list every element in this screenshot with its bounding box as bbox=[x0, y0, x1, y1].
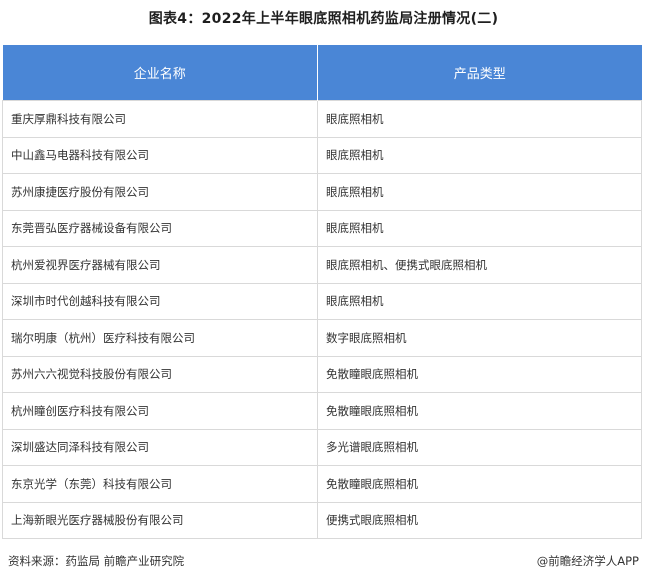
chart-title: 图表4：2022年上半年眼底照相机药监局注册情况(二) bbox=[148, 11, 499, 27]
table-row: 深圳市时代创越科技有限公司 眼底照相机 bbox=[2, 283, 642, 320]
product-type-cell: 眼底照相机 bbox=[317, 137, 642, 174]
product-type-cell: 便携式眼底照相机 bbox=[317, 502, 642, 539]
product-type-cell: 眼底照相机、便携式眼底照相机 bbox=[317, 246, 642, 284]
table-row: 中山鑫马电器科技有限公司 眼底照相机 bbox=[2, 137, 642, 174]
company-name-cell: 瑞尔明康（杭州）医疗科技有限公司 bbox=[2, 319, 318, 357]
company-name-cell: 上海新眼光医疗器械股份有限公司 bbox=[2, 502, 318, 539]
table-header-row: 企业名称 产品类型 bbox=[2, 45, 642, 101]
product-type-cell: 免散瞳眼底照相机 bbox=[317, 465, 642, 503]
product-type-cell: 眼底照相机 bbox=[317, 210, 642, 247]
product-type-cell: 眼底照相机 bbox=[317, 100, 642, 138]
header-company-name: 企业名称 bbox=[2, 45, 318, 101]
company-name-cell: 深圳盛达同泽科技有限公司 bbox=[2, 429, 318, 466]
company-name-cell: 苏州六六视觉科技股份有限公司 bbox=[2, 356, 318, 393]
table-row: 瑞尔明康（杭州）医疗科技有限公司 数字眼底照相机 bbox=[2, 319, 642, 357]
registration-table-container: 企业名称 产品类型 重庆厚鼎科技有限公司 眼底照相机 中山鑫马电器科技有限公司 眼底照… bbox=[2, 45, 642, 539]
table-row: 东京光学（东莞）科技有限公司 免散瞳眼底照相机 bbox=[2, 465, 642, 503]
brand-credit: @前瞻经济学人APP bbox=[536, 554, 639, 568]
company-name-cell: 深圳市时代创越科技有限公司 bbox=[2, 283, 318, 320]
table-row: 重庆厚鼎科技有限公司 眼底照相机 bbox=[2, 100, 642, 138]
table-row: 苏州康捷医疗股份有限公司 眼底照相机 bbox=[2, 173, 642, 211]
product-type-cell: 眼底照相机 bbox=[317, 283, 642, 320]
table-body: 重庆厚鼎科技有限公司 眼底照相机 中山鑫马电器科技有限公司 眼底照相机 苏州康捷医疗股份… bbox=[2, 100, 642, 539]
company-name-cell: 东莞晋弘医疗器械设备有限公司 bbox=[2, 210, 318, 247]
product-type-cell: 免散瞳眼底照相机 bbox=[317, 392, 642, 430]
company-name-cell: 苏州康捷医疗股份有限公司 bbox=[2, 173, 318, 211]
table-row: 深圳盛达同泽科技有限公司 多光谱眼底照相机 bbox=[2, 429, 642, 466]
product-type-cell: 多光谱眼底照相机 bbox=[317, 429, 642, 466]
company-name-cell: 杭州瞳创医疗科技有限公司 bbox=[2, 392, 318, 430]
data-source: 资料来源：药监局 前瞻产业研究院 bbox=[8, 554, 185, 568]
product-type-cell: 免散瞳眼底照相机 bbox=[317, 356, 642, 393]
company-name-cell: 重庆厚鼎科技有限公司 bbox=[2, 100, 318, 138]
product-type-cell: 眼底照相机 bbox=[317, 173, 642, 211]
registration-table: 企业名称 产品类型 重庆厚鼎科技有限公司 眼底照相机 中山鑫马电器科技有限公司 眼底照… bbox=[2, 45, 642, 539]
table-row: 东莞晋弘医疗器械设备有限公司 眼底照相机 bbox=[2, 210, 642, 247]
company-name-cell: 杭州爱视界医疗器械有限公司 bbox=[2, 246, 318, 284]
table-row: 杭州瞳创医疗科技有限公司 免散瞳眼底照相机 bbox=[2, 392, 642, 430]
product-type-cell: 数字眼底照相机 bbox=[317, 319, 642, 357]
table-row: 杭州爱视界医疗器械有限公司 眼底照相机、便携式眼底照相机 bbox=[2, 246, 642, 284]
table-row: 苏州六六视觉科技股份有限公司 免散瞳眼底照相机 bbox=[2, 356, 642, 393]
header-product-type: 产品类型 bbox=[317, 45, 642, 101]
company-name-cell: 东京光学（东莞）科技有限公司 bbox=[2, 465, 318, 503]
company-name-cell: 中山鑫马电器科技有限公司 bbox=[2, 137, 318, 174]
table-row: 上海新眼光医疗器械股份有限公司 便携式眼底照相机 bbox=[2, 502, 642, 539]
